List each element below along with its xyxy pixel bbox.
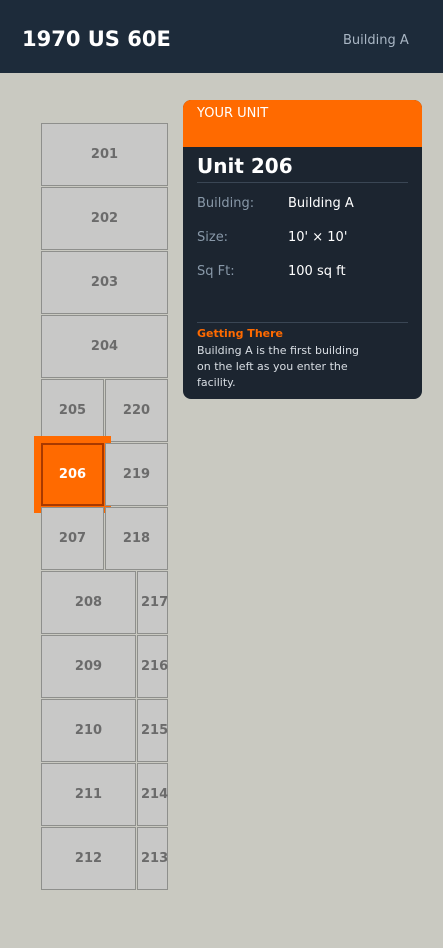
unit-218[interactable]: 218 xyxy=(105,507,168,570)
sqft-value: 100 sq ft xyxy=(288,264,346,279)
unit-208[interactable]: 208 xyxy=(41,571,136,634)
unit-214[interactable]: 214 xyxy=(137,763,168,826)
unit-213[interactable]: 213 xyxy=(137,827,168,890)
unit-202[interactable]: 202 xyxy=(41,187,168,250)
unit-211[interactable]: 211 xyxy=(41,763,136,826)
unit-205[interactable]: 205 xyxy=(41,379,104,442)
unit-209[interactable]: 209 xyxy=(41,635,136,698)
divider xyxy=(197,182,408,183)
unit-203[interactable]: 203 xyxy=(41,251,168,314)
building-name: Building A xyxy=(343,33,409,48)
unit-204[interactable]: 204 xyxy=(41,315,168,378)
card-header: YOUR UNIT xyxy=(183,100,422,147)
building-label: Building: xyxy=(197,196,255,211)
unit-212[interactable]: 212 xyxy=(41,827,136,890)
unit-217[interactable]: 217 xyxy=(137,571,168,634)
unit-info-card: YOUR UNIT Unit 206 Building: Building A … xyxy=(183,100,422,399)
app-header: 1970 US 60E Building A xyxy=(0,0,443,73)
facility-title: 1970 US 60E xyxy=(22,27,171,51)
getting-there-title: Getting There xyxy=(197,327,283,340)
building-value: Building A xyxy=(288,196,354,211)
unit-201[interactable]: 201 xyxy=(41,123,168,186)
unit-220[interactable]: 220 xyxy=(105,379,168,442)
unit-215[interactable]: 215 xyxy=(137,699,168,762)
unit-206[interactable]: 206 xyxy=(41,443,104,506)
getting-there-text: Building A is the first building on the … xyxy=(197,344,360,389)
size-value: 10' × 10' xyxy=(288,230,348,245)
unit-219[interactable]: 219 xyxy=(105,443,168,506)
unit-207[interactable]: 207 xyxy=(41,507,104,570)
sqft-label: Sq Ft: xyxy=(197,264,235,279)
unit-216[interactable]: 216 xyxy=(137,635,168,698)
unit-title: Unit 206 xyxy=(197,154,293,178)
size-label: Size: xyxy=(197,230,229,245)
your-unit-label: YOUR UNIT xyxy=(197,106,269,121)
unit-210[interactable]: 210 xyxy=(41,699,136,762)
divider xyxy=(197,322,408,323)
